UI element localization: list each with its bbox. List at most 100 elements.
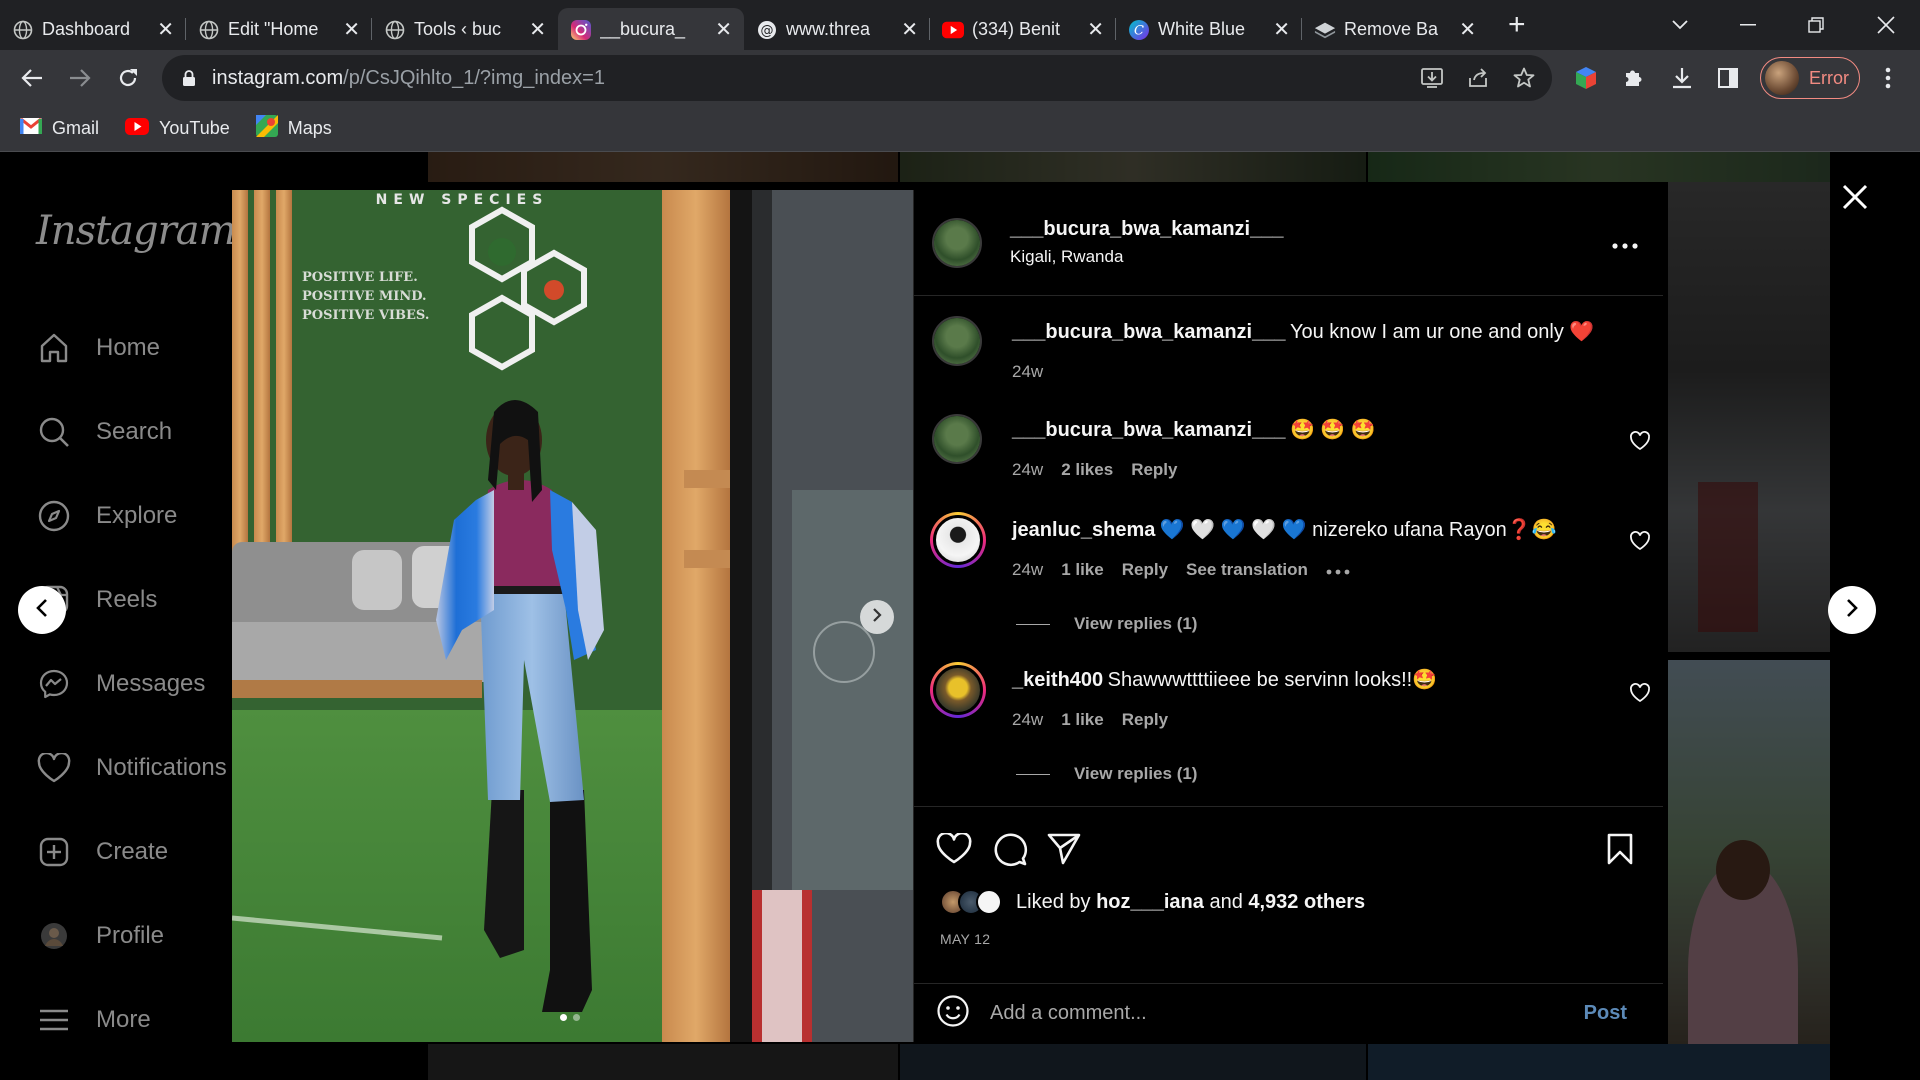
comment-username[interactable]: jeanluc_shema [1012,519,1155,541]
browser-tab-active[interactable]: __bucura_ ✕ [558,8,744,50]
save-bookmark-icon[interactable] [1600,829,1640,869]
like-comment-heart-icon[interactable] [1629,430,1651,452]
comment-time[interactable]: 24w [1012,362,1043,382]
restore-icon[interactable] [1786,0,1846,50]
commenter-avatar[interactable] [930,662,986,718]
bookmark-youtube[interactable]: YouTube [125,117,230,140]
commenter-avatar[interactable] [930,512,986,568]
post-comment-button[interactable]: Post [1584,1002,1627,1025]
back-arrow-icon[interactable] [14,60,50,96]
close-window-icon[interactable] [1856,0,1916,50]
view-replies-button[interactable]: View replies (1) [1016,764,1197,784]
previous-post-button[interactable] [18,586,66,634]
reply-button[interactable]: Reply [1131,460,1177,480]
browser-tab[interactable]: Dashboard ✕ [0,8,186,50]
lock-icon[interactable] [182,70,196,86]
nav-more[interactable]: More [36,1000,151,1040]
reload-icon[interactable] [110,60,146,96]
close-tab-icon[interactable]: ✕ [1273,17,1290,42]
next-post-button[interactable] [1828,586,1876,634]
browser-tab[interactable]: Remove Ba ✕ [1302,8,1488,50]
new-tab-button[interactable]: + [1508,8,1526,42]
browser-tab[interactable]: Tools ‹ buc ✕ [372,8,558,50]
liked-by-user[interactable]: hoz___iana [1096,891,1204,913]
post-photo[interactable]: NEW SPECIES POSITIVE LIFE. POSITIVE MIND… [232,190,913,1042]
share-icon[interactable] [1466,66,1490,95]
extension-cube-icon[interactable] [1570,62,1602,94]
browser-tab[interactable]: Edit "Home ✕ [186,8,372,50]
reply-button[interactable]: Reply [1122,710,1168,730]
browser-tab[interactable]: (334) Benit ✕ [930,8,1116,50]
author-username[interactable]: ___bucura_bwa_kamanzi___ [1010,218,1284,241]
download-icon[interactable] [1666,62,1698,94]
comment-options-icon[interactable] [1326,560,1350,580]
carousel-next-button[interactable] [860,600,894,634]
comment-bubble-icon[interactable] [990,829,1030,869]
close-tab-icon[interactable]: ✕ [529,17,546,42]
author-avatar[interactable] [932,218,982,268]
reply-button[interactable]: Reply [1122,560,1168,580]
comment-username[interactable]: ___bucura_bwa_kamanzi___ [1012,419,1286,441]
like-comment-heart-icon[interactable] [1629,682,1651,704]
more-options-icon[interactable] [1612,236,1638,254]
close-tab-icon[interactable]: ✕ [901,17,918,42]
browser-tab[interactable]: @ www.threa ✕ [744,8,930,50]
nav-notifications[interactable]: Notifications [36,748,227,788]
comment-username[interactable]: _keith400 [1012,669,1103,691]
close-tab-icon[interactable]: ✕ [157,17,174,42]
tab-search-chevron-icon[interactable] [1650,0,1710,50]
side-panel-icon[interactable] [1712,62,1744,94]
kebab-menu-icon[interactable] [1872,62,1904,94]
nav-messages[interactable]: Messages [36,664,205,704]
like-comment-heart-icon[interactable] [1629,530,1651,552]
close-tab-icon[interactable]: ✕ [715,17,732,42]
nav-profile[interactable]: Profile [36,916,164,956]
bookmark-gmail[interactable]: Gmail [20,117,99,139]
like-heart-icon[interactable] [934,829,974,869]
comment: ___bucura_bwa_kamanzi___ 🤩 🤩 🤩 [1012,416,1592,446]
comment-likes[interactable]: 1 like [1061,560,1104,580]
nav-explore[interactable]: Explore [36,496,177,536]
see-translation-button[interactable]: See translation [1186,560,1308,580]
bookmark-maps[interactable]: Maps [255,115,332,142]
tab-title: White Blue [1158,18,1246,39]
nav-create[interactable]: Create [36,832,168,872]
comment-time[interactable]: 24w [1012,560,1043,580]
comment-likes[interactable]: 2 likes [1061,460,1113,480]
liked-by-text[interactable]: Liked by hoz___iana and 4,932 others [1016,891,1365,914]
post-location[interactable]: Kigali, Rwanda [1010,247,1284,267]
liker-avatar[interactable] [976,889,1002,915]
chevron-left-icon [35,598,49,623]
comment-time[interactable]: 24w [1012,460,1043,480]
bookmark-star-icon[interactable] [1512,66,1536,95]
install-app-icon[interactable] [1420,66,1444,95]
globe-icon [384,19,406,41]
nav-home[interactable]: Home [36,328,160,368]
commenter-avatar[interactable] [932,316,982,366]
add-comment-input[interactable] [990,995,1550,1032]
share-paper-plane-icon[interactable] [1044,829,1084,869]
profile-error-chip[interactable]: Error [1760,57,1860,99]
nav-search[interactable]: Search [36,412,172,452]
comment-time[interactable]: 24w [1012,710,1043,730]
close-tab-icon[interactable]: ✕ [343,17,360,42]
comment-likes[interactable]: 1 like [1061,710,1104,730]
commenter-avatar[interactable] [932,414,982,464]
minimize-icon[interactable] [1718,0,1778,50]
browser-tab[interactable]: C White Blue ✕ [1116,8,1302,50]
close-tab-icon[interactable]: ✕ [1087,17,1104,42]
youtube-icon [125,117,150,140]
close-icon[interactable] [1836,178,1874,216]
instagram-logo[interactable]: Instagram [36,208,237,254]
emoji-icon[interactable] [936,994,970,1033]
close-tab-icon[interactable]: ✕ [1459,17,1476,42]
comment-username[interactable]: ___bucura_bwa_kamanzi___ [1012,321,1286,343]
liked-by-others[interactable]: 4,932 others [1248,891,1365,913]
extensions-puzzle-icon[interactable] [1618,62,1650,94]
view-replies-button[interactable]: View replies (1) [1016,614,1197,634]
forward-arrow-icon[interactable] [62,60,98,96]
post-date[interactable]: MAY 12 [940,931,990,947]
nav-label: Notifications [96,754,227,781]
address-bar[interactable]: instagram.com/p/CsJQihlto_1/?img_index=1 [162,55,1552,101]
comment-text: Shawwwttttiieee be servinn looks!!🤩 [1107,669,1438,691]
